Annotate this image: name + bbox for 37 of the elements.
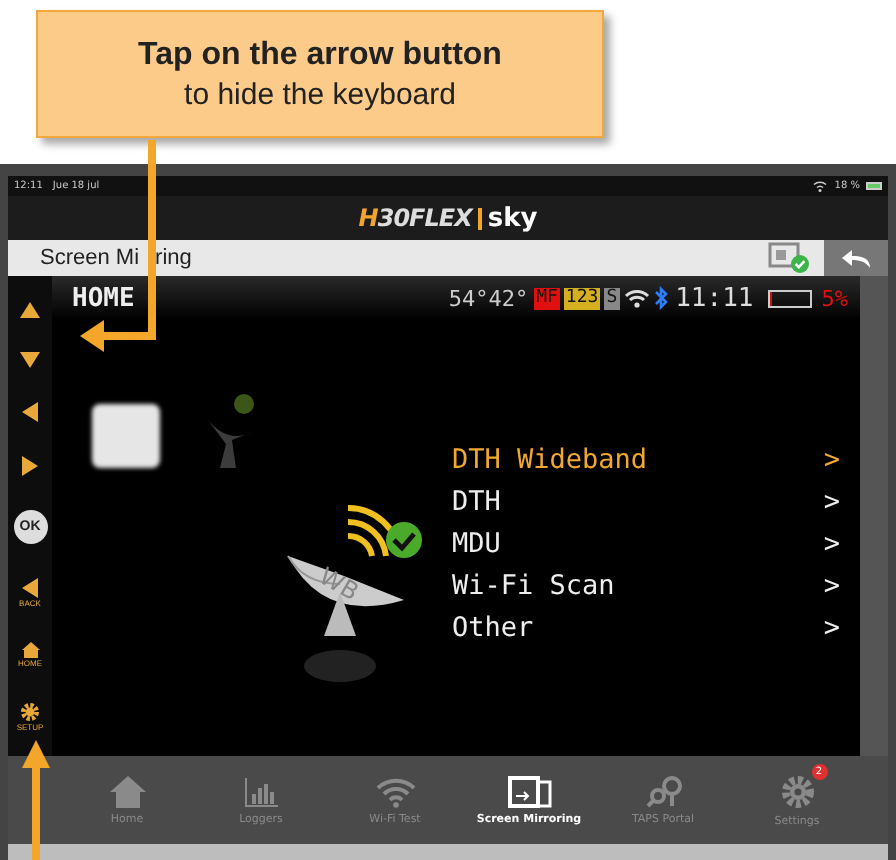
menu-item[interactable]: Wi-Fi Scan > <box>452 566 840 608</box>
back-button[interactable] <box>824 240 888 276</box>
left-key[interactable] <box>22 401 38 421</box>
bar-chart-icon <box>243 775 279 807</box>
callout-text: to hide the keyboard <box>184 77 456 111</box>
status-tag: MF <box>534 287 560 309</box>
menu-item[interactable]: Other > <box>452 608 840 650</box>
bluetooth-icon <box>653 286 668 310</box>
screen-mirroring-icon <box>507 775 551 807</box>
screen-heading: HOME <box>72 283 135 313</box>
settings-icon <box>779 773 815 809</box>
callout-title: Tap on the arrow button <box>138 37 502 73</box>
back-arrow-icon <box>840 246 872 270</box>
down-key[interactable] <box>20 351 40 367</box>
status-tag: S <box>604 287 620 309</box>
battery-icon <box>866 182 882 190</box>
blurred-tile-icon <box>92 404 160 468</box>
brand-logo: H30FLEX <box>358 204 472 232</box>
home-icon <box>109 775 145 807</box>
screen-title: ring <box>155 246 192 270</box>
key-chain-icon <box>643 775 683 807</box>
menu-item[interactable]: DTH > <box>452 482 840 524</box>
menu-item[interactable]: DTH Wideband > <box>452 440 840 482</box>
up-key[interactable] <box>20 301 40 317</box>
status-tag: 123 <box>563 287 601 309</box>
clock-text: 11:11 <box>675 283 754 313</box>
battery-percent: 5% <box>821 285 848 311</box>
wifi-icon <box>375 775 415 807</box>
wifi-icon <box>812 180 829 192</box>
partner-logo: sky <box>487 203 538 233</box>
right-key[interactable] <box>22 455 38 475</box>
screen-title: Screen Mi <box>40 246 140 270</box>
coordinates-text: 54°42° <box>448 285 529 311</box>
menu-item[interactable]: MDU > <box>452 524 840 566</box>
wifi-icon <box>623 288 650 308</box>
mirroring-connected-icon <box>768 242 812 274</box>
pointer-arrow <box>22 740 50 860</box>
